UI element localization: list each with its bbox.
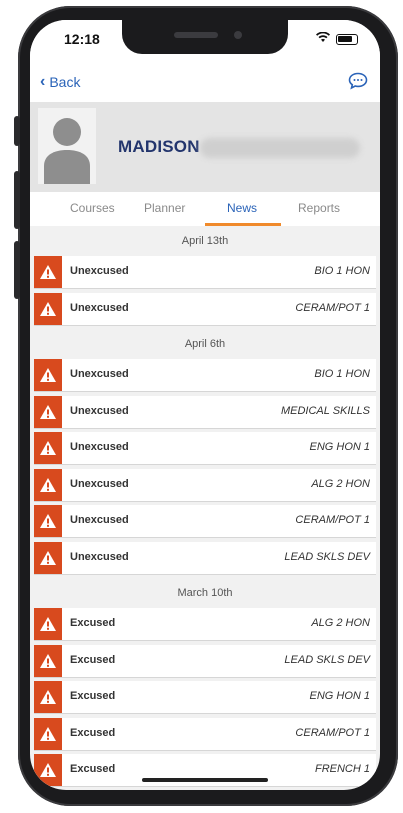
attendance-row[interactable]: Unexcused ALG 2 HON [34,468,376,502]
attendance-status: Unexcused [70,368,129,380]
attendance-row[interactable]: Unexcused CERAM/POT 1 [34,505,376,538]
back-label: Back [49,74,81,90]
date-header: April 6th [184,338,226,350]
redacted-surname [200,138,360,158]
attendance-row[interactable]: Excused LEAD SKLS DEV [34,644,376,678]
date-header: March 10th [177,587,233,599]
tab-bar: Courses Planner News Reports [30,192,380,226]
mute-switch [14,116,20,146]
student-header: MADISON [30,102,380,192]
phone-screen: 12:18 ‹ Back MADISON Courses Planner New… [30,20,380,790]
course-name: ALG 2 HON [311,617,370,629]
chat-bubble-icon[interactable] [348,72,368,95]
course-name: BIO 1 HON [314,368,370,380]
warning-icon [34,359,62,391]
warning-icon [34,608,62,640]
course-name: LEAD SKLS DEV [284,550,370,563]
date-header: April 13th [181,235,229,247]
course-name: ENG HON 1 [309,441,370,453]
course-name: LEAD SKLS DEV [284,653,370,666]
attendance-status: Excused [70,763,116,775]
attendance-status: Excused [70,617,116,629]
wifi-icon [316,31,330,46]
warning-icon [34,505,62,537]
warning-icon [34,644,62,677]
notch [122,20,288,54]
course-name: ENG HON 1 [309,690,370,702]
status-time: 12:18 [64,31,100,47]
news-list: April 13th Unexcused BIO 1 HON Unexcused CER… [30,226,380,790]
volume-up-button [14,171,20,229]
course-name: CERAM/POT 1 [295,301,370,314]
attendance-row[interactable]: Excused ALG 2 HON [34,608,376,641]
nav-bar: ‹ Back [30,60,380,102]
attendance-status: Unexcused [70,550,129,563]
warning-icon [34,395,62,428]
attendance-status: Excused [70,653,116,666]
warning-icon [34,681,62,713]
tab-courses[interactable]: Courses [70,201,115,215]
attendance-status: Unexcused [70,441,129,453]
course-name: FRENCH 1 [314,763,370,775]
warning-icon [34,292,62,325]
attendance-status: Unexcused [70,301,129,314]
attendance-row[interactable]: Unexcused LEAD SKLS DEV [34,541,376,575]
status-icons [316,31,358,46]
attendance-row[interactable]: Unexcused MEDICAL SKILLS [34,395,376,429]
attendance-row[interactable]: Unexcused BIO 1 HON [34,359,376,392]
course-name: MEDICAL SKILLS [280,404,370,417]
warning-icon [34,432,62,464]
attendance-row[interactable]: Unexcused ENG HON 1 [34,432,376,465]
tab-reports[interactable]: Reports [298,201,340,215]
warning-icon [34,256,62,288]
course-name: BIO 1 HON [314,265,370,277]
attendance-status: Excused [70,726,116,739]
attendance-status: Unexcused [70,514,129,526]
attendance-row[interactable]: Excused CERAM/POT 1 [34,717,376,751]
avatar [38,108,96,184]
attendance-status: Unexcused [70,265,129,277]
warning-icon [34,717,62,750]
attendance-status: Excused [70,690,116,702]
course-name: ALG 2 HON [311,477,370,490]
tab-news[interactable]: News [227,201,257,215]
chevron-left-icon: ‹ [40,73,46,90]
attendance-row[interactable]: Unexcused CERAM/POT 1 [34,292,376,326]
warning-icon [34,754,62,786]
front-camera [234,31,242,39]
attendance-row[interactable]: Excused ENG HON 1 [34,681,376,714]
volume-down-button [14,241,20,299]
course-name: CERAM/POT 1 [295,726,370,739]
tab-planner[interactable]: Planner [144,201,185,215]
home-indicator[interactable] [142,778,268,782]
course-name: CERAM/POT 1 [295,514,370,526]
warning-icon [34,468,62,501]
attendance-status: Unexcused [70,404,129,417]
attendance-status: Unexcused [70,477,129,490]
attendance-row[interactable]: Excused FRENCH 1 [34,754,376,787]
battery-icon [336,33,358,45]
warning-icon [34,541,62,574]
attendance-row[interactable]: Unexcused BIO 1 HON [34,256,376,289]
speaker-grille [174,32,218,38]
back-button[interactable]: ‹ Back [40,73,80,91]
student-name: MADISON [118,137,200,156]
